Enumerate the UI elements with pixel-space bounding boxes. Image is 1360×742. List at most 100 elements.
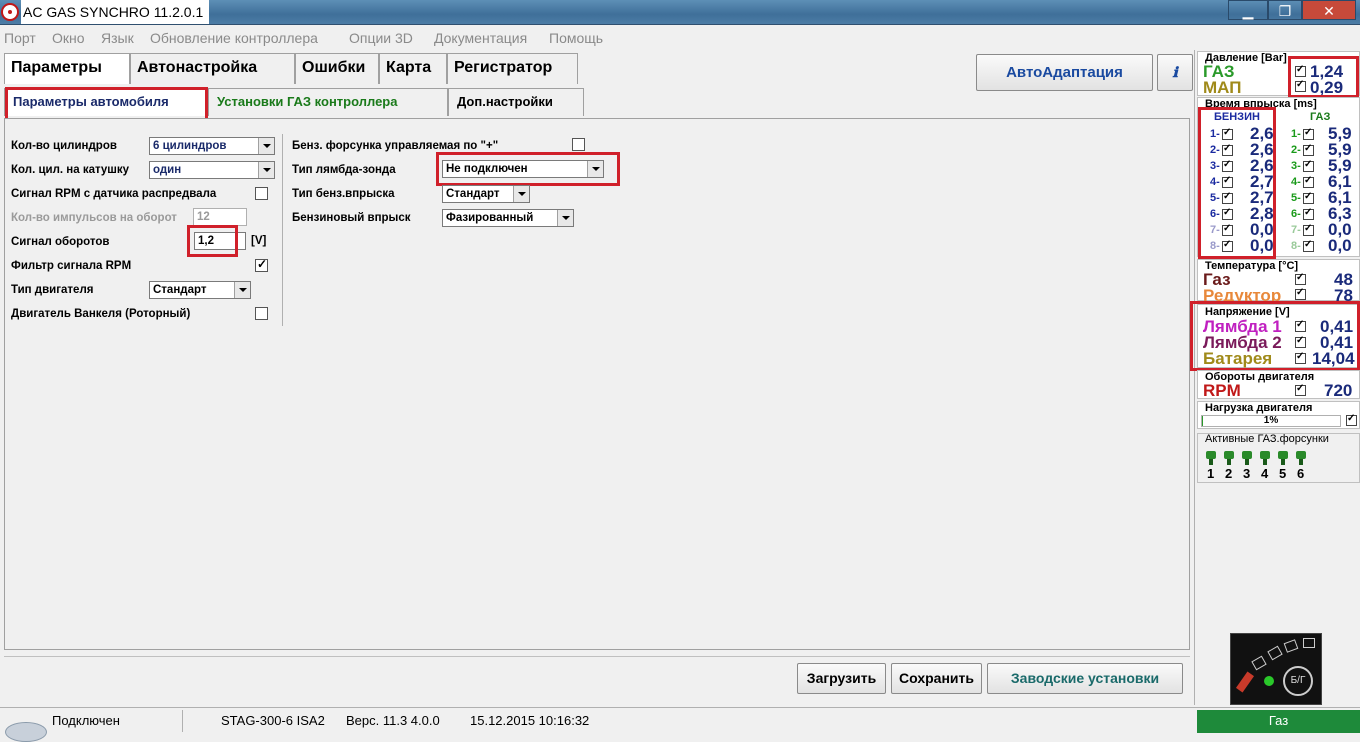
status-dot-icon: [1264, 676, 1274, 686]
menu-window[interactable]: Окно: [52, 30, 85, 46]
gas-cyl-num: 7-: [1291, 224, 1301, 236]
gas-cyl-num: 4-: [1291, 176, 1301, 188]
gas-cyl-num: 8-: [1291, 240, 1301, 252]
temp-gas-checkbox[interactable]: [1295, 272, 1306, 285]
menu-options-3d[interactable]: Опции 3D: [349, 30, 413, 46]
pulses-value: 12: [197, 211, 210, 223]
tab-errors[interactable]: Ошибки: [295, 53, 379, 84]
gas-injector-icon: [1296, 451, 1306, 459]
status-datetime: 15.12.2015 10:16:32: [470, 713, 590, 728]
cylinders-value: 6 цилиндров: [153, 140, 227, 152]
temp-reducer-checkbox[interactable]: [1295, 287, 1306, 300]
app-logo-icon: [1, 3, 19, 21]
menu-language[interactable]: Язык: [101, 30, 134, 46]
firmware-version: Верс. 11.3 4.0.0: [346, 713, 440, 728]
autoadapt-button[interactable]: АвтоАдаптация: [976, 54, 1153, 91]
rpm-signal-unit: [V]: [251, 235, 267, 247]
gas-injector-number: 1: [1207, 466, 1215, 481]
load-checkbox[interactable]: [1346, 413, 1357, 426]
petrol-inj-type-value: Стандарт: [446, 188, 500, 200]
fuel-switch[interactable]: Б/Г: [1230, 633, 1322, 705]
tab-recorder[interactable]: Регистратор: [447, 53, 578, 84]
menu-docs[interactable]: Документация: [434, 30, 527, 46]
gas-cyl-num: 1-: [1291, 128, 1301, 140]
subtab-extra-settings[interactable]: Доп.настройки: [448, 88, 584, 116]
info-icon: ℹ: [1172, 64, 1178, 80]
rpm-checkbox[interactable]: [1295, 383, 1306, 396]
menu-bar: Порт Окно Язык Обновление контроллера Оп…: [0, 29, 1360, 49]
tab-parameters[interactable]: Параметры: [4, 53, 130, 84]
engine-type-select[interactable]: Стандарт: [149, 281, 251, 299]
menu-update[interactable]: Обновление контроллера: [150, 30, 318, 46]
cylinders-select[interactable]: 6 цилиндров: [149, 137, 275, 155]
gas-cyl-checkbox[interactable]: [1303, 127, 1314, 140]
gas-injector-nozzle-icon: [1299, 459, 1303, 465]
bottom-separator: [4, 656, 1190, 657]
connection-status: Подключен: [52, 713, 120, 728]
column-divider: [282, 134, 283, 326]
switch-button[interactable]: Б/Г: [1283, 666, 1313, 696]
gas-injector-nozzle-icon: [1245, 459, 1249, 465]
save-button[interactable]: Сохранить: [891, 663, 982, 694]
rpm-filter-checkbox[interactable]: [255, 257, 268, 272]
load-value: 1%: [1263, 415, 1279, 426]
injector-plus-checkbox[interactable]: [572, 138, 585, 151]
rpm-cam-checkbox[interactable]: [255, 187, 268, 200]
cylinders-label: Кол-во цилиндров: [11, 140, 117, 152]
tab-autotune[interactable]: Автонастройка: [130, 53, 295, 84]
wankel-checkbox[interactable]: [255, 307, 268, 320]
coil-select[interactable]: один: [149, 161, 275, 179]
engine-type-label: Тип двигателя: [11, 284, 94, 296]
rpm-cam-label: Сигнал RPM с датчика распредвала: [11, 188, 217, 200]
gas-injector-icon: [1242, 451, 1252, 459]
gas-cyl-checkbox[interactable]: [1303, 175, 1314, 188]
subtab-gas-controller[interactable]: Установки ГАЗ контроллера: [208, 88, 448, 116]
window-title: AC GAS SYNCHRO 11.2.0.1: [21, 0, 210, 24]
gas-injector-icon: [1278, 451, 1288, 459]
temperature-panel: Температура [°C] Газ 48 Редуктор 78: [1197, 259, 1360, 305]
rpm-label: RPM: [1203, 381, 1241, 400]
chevron-down-icon: [258, 162, 274, 178]
device-name: STAG-300-6 ISA2: [221, 713, 325, 728]
menu-port[interactable]: Порт: [4, 30, 36, 46]
pulses-stepper[interactable]: 12: [193, 208, 247, 226]
highlight-voltage: [1190, 301, 1360, 371]
injector-plus-label: Бенз. форсунка управляемая по "+": [292, 140, 499, 152]
pulses-label: Кол-во импульсов на оборот: [11, 212, 177, 224]
lambda-type-label: Тип лямбда-зонда: [292, 164, 396, 176]
gas-injector-number: 6: [1297, 466, 1305, 481]
minimize-button[interactable]: ▁: [1228, 0, 1268, 20]
gas-cyl-checkbox[interactable]: [1303, 207, 1314, 220]
gas-cyl-checkbox[interactable]: [1303, 143, 1314, 156]
switch-bar-icon: [1267, 645, 1283, 661]
menu-help[interactable]: Помощь: [549, 30, 603, 46]
gas-cyl-checkbox[interactable]: [1303, 239, 1314, 252]
gas-inj-time: 0,0: [1328, 236, 1352, 255]
gas-cyl-checkbox[interactable]: [1303, 159, 1314, 172]
load-button[interactable]: Загрузить: [797, 663, 886, 694]
petrol-inj-select[interactable]: Фазированный: [442, 209, 574, 227]
highlight-petrol-injection: [1198, 107, 1276, 259]
rpm-signal-label: Сигнал оборотов: [11, 236, 110, 248]
maximize-button[interactable]: ❐: [1268, 0, 1302, 20]
gas-injector-nozzle-icon: [1209, 459, 1213, 465]
close-button[interactable]: ✕: [1302, 0, 1356, 20]
info-button[interactable]: ℹ: [1157, 54, 1193, 91]
gas-injector-number: 4: [1261, 466, 1269, 481]
gas-injector-nozzle-icon: [1263, 459, 1267, 465]
engine-type-value: Стандарт: [153, 284, 207, 296]
gas-cyl-checkbox[interactable]: [1303, 191, 1314, 204]
connection-icon: [5, 722, 47, 742]
petrol-inj-type-select[interactable]: Стандарт: [442, 185, 530, 203]
factory-settings-button[interactable]: Заводские установки: [987, 663, 1183, 694]
load-bar: 1%: [1201, 415, 1341, 427]
title-bar: AC GAS SYNCHRO 11.2.0.1 ▁ ❐ ✕: [0, 0, 1360, 25]
gas-cyl-num: 2-: [1291, 144, 1301, 156]
fuel-mode-indicator: Газ: [1197, 710, 1360, 733]
tab-map[interactable]: Карта: [379, 53, 447, 84]
gas-cyl-checkbox[interactable]: [1303, 223, 1314, 236]
pressure-map-label: МАП: [1203, 78, 1242, 97]
rpm-panel: Обороты двигателя RPM 720: [1197, 370, 1360, 400]
rpm-filter-label: Фильтр сигнала RPM: [11, 260, 132, 272]
chevron-down-icon: [258, 138, 274, 154]
